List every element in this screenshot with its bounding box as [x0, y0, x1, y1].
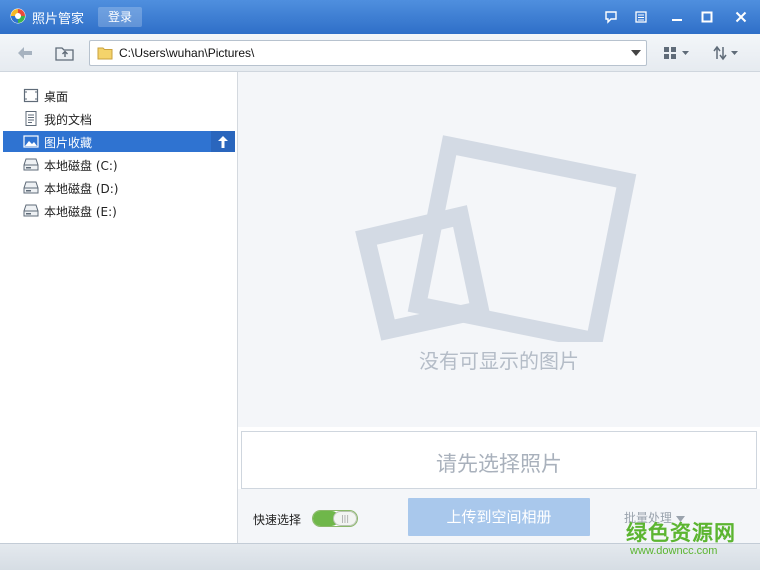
quick-select-label: 快速选择 [253, 513, 302, 527]
maximize-icon[interactable] [696, 6, 718, 28]
sidebar-item-drive-c[interactable]: 本地磁盘 (C:) [3, 154, 235, 175]
quick-select-toggle[interactable]: ||| [312, 510, 358, 527]
sidebar: 桌面 我的文档 图片收藏 本地磁盘 (C:) 本地磁盘 (D:) 本地磁盘 (E… [0, 72, 238, 543]
sidebar-item-label: 桌面 [44, 90, 69, 104]
picture-icon [23, 135, 39, 148]
chevron-down-icon[interactable] [631, 49, 641, 57]
login-button[interactable]: 登录 [98, 7, 142, 27]
toolbar: C:\Users\wuhan\Pictures\ [0, 34, 760, 72]
watermark-url: www.downcc.com [630, 545, 718, 557]
empty-message: 没有可显示的图片 [419, 349, 579, 373]
upload-arrow-icon[interactable] [211, 131, 235, 152]
drive-icon [23, 204, 39, 217]
empty-photos-icon [355, 135, 637, 342]
sidebar-item-label: 本地磁盘 (D:) [44, 182, 119, 196]
path-input[interactable]: C:\Users\wuhan\Pictures\ [89, 40, 647, 66]
watermark-title: 绿色资源网 [626, 521, 736, 545]
desktop-icon [23, 88, 39, 103]
minimize-icon[interactable] [666, 6, 688, 28]
title-bar: 照片管家 登录 [0, 0, 760, 34]
sidebar-item-desktop[interactable]: 桌面 [3, 85, 235, 106]
app-title: 照片管家 [32, 12, 85, 27]
sidebar-item-label: 我的文档 [44, 113, 93, 127]
sort-button[interactable] [711, 43, 741, 63]
sidebar-item-label: 本地磁盘 (C:) [44, 159, 118, 173]
sidebar-item-pictures[interactable]: 图片收藏 [3, 131, 235, 152]
back-arrow-icon[interactable] [14, 43, 36, 63]
sidebar-item-documents[interactable]: 我的文档 [3, 108, 235, 129]
grid-view-icon [664, 47, 689, 59]
sidebar-item-label: 图片收藏 [44, 136, 93, 150]
sidebar-item-drive-d[interactable]: 本地磁盘 (D:) [3, 177, 235, 198]
parent-folder-icon[interactable] [54, 43, 76, 63]
feedback-icon[interactable] [600, 6, 622, 28]
drive-icon [23, 158, 39, 171]
toggle-knob-icon: ||| [333, 511, 357, 526]
sidebar-item-label: 本地磁盘 (E:) [44, 205, 117, 219]
selection-panel: 请先选择照片 [241, 431, 757, 489]
drive-icon [23, 181, 39, 194]
select-prompt: 请先选择照片 [436, 452, 562, 476]
folder-icon [97, 47, 113, 60]
photo-area: 没有可显示的图片 [238, 72, 760, 427]
sort-icon [713, 45, 738, 61]
upload-to-album-button[interactable]: 上传到空间相册 [408, 498, 590, 536]
view-mode-button[interactable] [662, 43, 692, 63]
sidebar-item-drive-e[interactable]: 本地磁盘 (E:) [3, 200, 235, 221]
path-text: C:\Users\wuhan\Pictures\ [119, 46, 255, 60]
app-logo-icon [10, 8, 26, 24]
menu-icon[interactable] [630, 6, 652, 28]
close-icon[interactable] [730, 6, 752, 28]
document-icon [25, 111, 37, 126]
watermark: 绿色资源网 www.downcc.com [622, 517, 760, 563]
